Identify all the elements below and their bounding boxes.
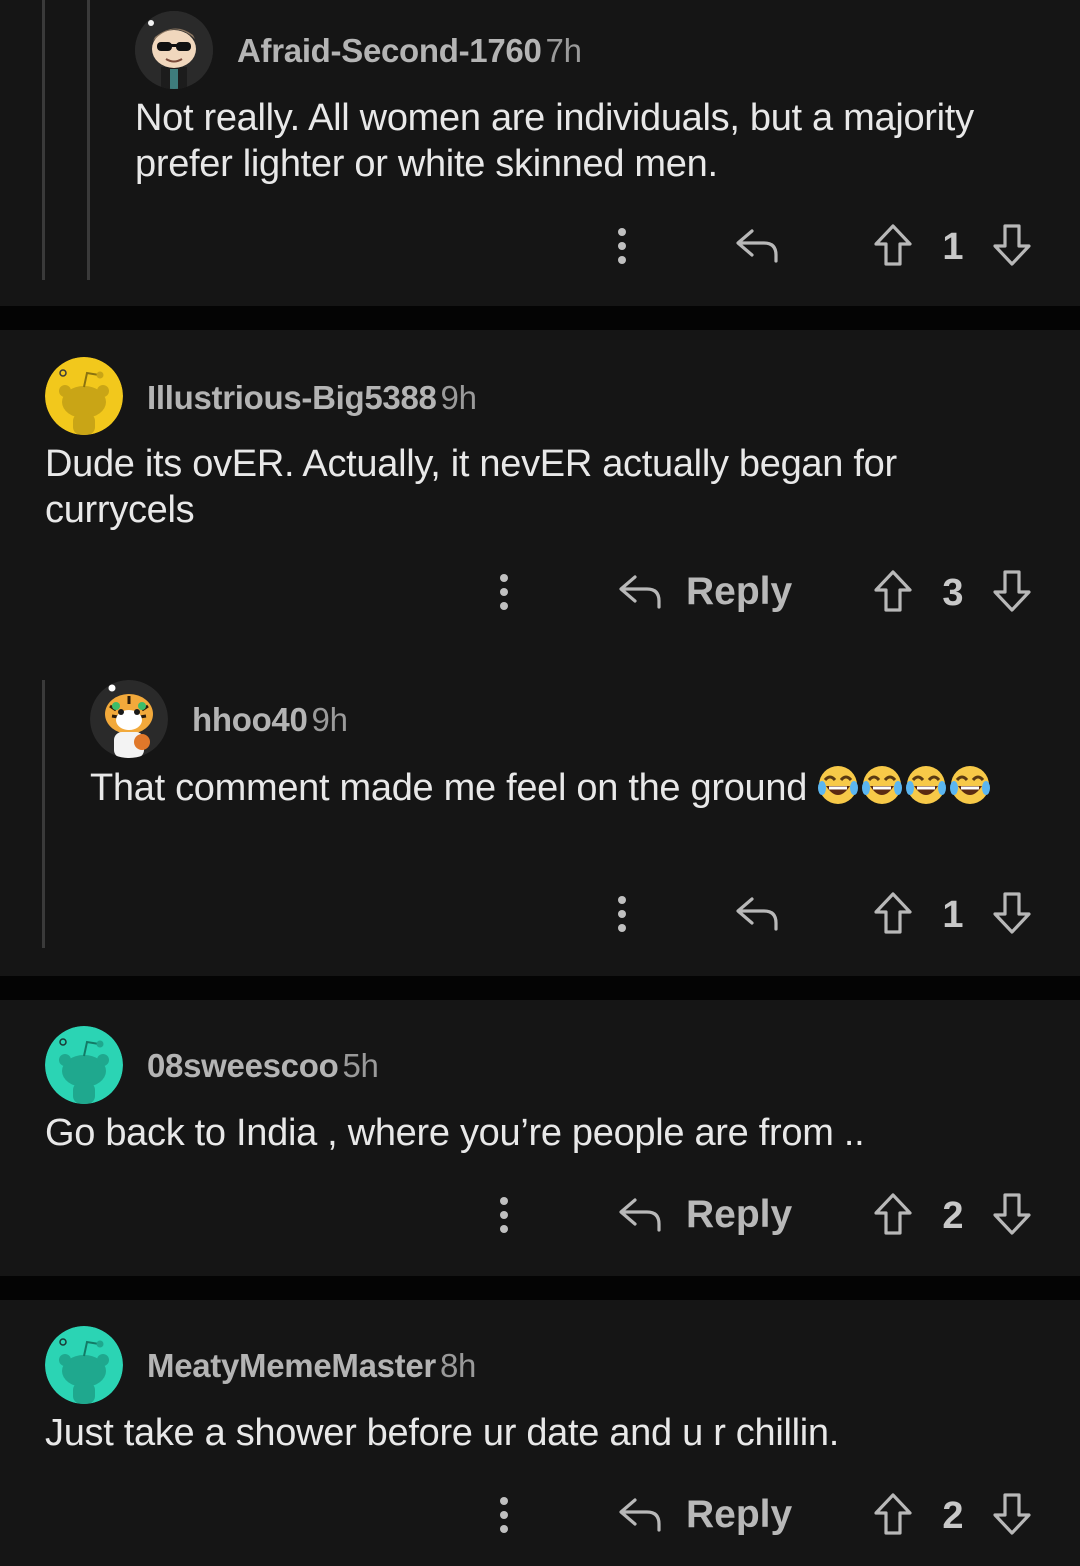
- sunglasses-avatar-icon[interactable]: [135, 11, 213, 89]
- comment-age: 7h: [545, 32, 582, 69]
- comment-age: 8h: [439, 1347, 477, 1384]
- username[interactable]: 08sweescoo: [147, 1047, 339, 1084]
- comment-body: Just take a shower before ur date and u …: [45, 1412, 840, 1454]
- comment-meta: Afraid-Second-1760 7h: [237, 32, 582, 70]
- reply-arrow-icon[interactable]: [616, 1191, 664, 1237]
- upvote-arrow-icon[interactable]: [871, 890, 915, 936]
- reply-button[interactable]: Reply: [686, 570, 792, 614]
- thread-line[interactable]: [42, 680, 45, 948]
- downvote-arrow-icon[interactable]: [990, 1491, 1034, 1537]
- snoo-avatar-icon[interactable]: [45, 1026, 123, 1104]
- vote-count: 1: [942, 894, 964, 936]
- username[interactable]: Afraid-Second-1760: [237, 32, 542, 69]
- comment-meta: hhoo40 9h: [192, 701, 348, 739]
- reply-arrow-icon[interactable]: [616, 1491, 664, 1537]
- vote-count: 2: [942, 1195, 964, 1237]
- comment-body: Not really. All women are individuals, b…: [135, 97, 974, 185]
- vote-count: 3: [942, 572, 964, 614]
- thread-line[interactable]: [42, 0, 45, 280]
- comment-meta: MeatyMemeMaster 8h: [147, 1347, 476, 1385]
- downvote-arrow-icon[interactable]: [990, 890, 1034, 936]
- reply-arrow-icon[interactable]: [733, 890, 781, 936]
- comment-separator: [0, 306, 1080, 330]
- comment-age: 5h: [342, 1047, 379, 1084]
- comment-meta: 08sweescoo 5h: [147, 1047, 379, 1085]
- username[interactable]: Illustrious-Big5388: [147, 379, 437, 416]
- username[interactable]: hhoo40: [192, 701, 308, 738]
- more-options-icon[interactable]: [606, 894, 638, 934]
- reply-button[interactable]: Reply: [686, 1193, 792, 1237]
- thread-line[interactable]: [87, 0, 90, 280]
- snoo-avatar-icon[interactable]: [45, 357, 123, 435]
- comment-text: That comment made me feel on the ground: [90, 767, 808, 809]
- upvote-arrow-icon[interactable]: [871, 1191, 915, 1237]
- comment-separator: [0, 1276, 1080, 1300]
- comment-body: Go back to India , where you’re people a…: [45, 1112, 865, 1154]
- vote-count: 2: [942, 1495, 964, 1537]
- comment-age: 9h: [440, 379, 477, 416]
- reply-arrow-icon[interactable]: [616, 568, 664, 614]
- comment-meta: Illustrious-Big5388 9h: [147, 379, 477, 417]
- downvote-arrow-icon[interactable]: [990, 568, 1034, 614]
- upvote-arrow-icon[interactable]: [871, 222, 915, 268]
- reply-button[interactable]: Reply: [686, 1493, 792, 1537]
- comment-body: Dude its ovER. Actually, it nevER actual…: [45, 443, 897, 531]
- tears-of-joy-emoji-icon: [949, 764, 991, 806]
- more-options-icon[interactable]: [606, 226, 638, 266]
- comment-body: That comment made me feel on the ground: [90, 764, 1035, 811]
- more-options-icon[interactable]: [488, 1195, 520, 1235]
- tears-of-joy-emoji-icon: [817, 764, 859, 806]
- username[interactable]: MeatyMemeMaster: [147, 1347, 436, 1384]
- snoo-avatar-icon[interactable]: [45, 1326, 123, 1404]
- tears-of-joy-emoji-icon: [905, 764, 947, 806]
- downvote-arrow-icon[interactable]: [990, 1191, 1034, 1237]
- comment-age: 9h: [311, 701, 348, 738]
- tiger-avatar-icon[interactable]: [90, 680, 168, 758]
- vote-count: 1: [942, 226, 964, 268]
- upvote-arrow-icon[interactable]: [871, 568, 915, 614]
- upvote-arrow-icon[interactable]: [871, 1491, 915, 1537]
- tears-of-joy-emoji-icon: [861, 764, 903, 806]
- comment-separator: [0, 976, 1080, 1000]
- reply-arrow-icon[interactable]: [733, 222, 781, 268]
- more-options-icon[interactable]: [488, 1495, 520, 1535]
- more-options-icon[interactable]: [488, 572, 520, 612]
- downvote-arrow-icon[interactable]: [990, 222, 1034, 268]
- comment-block: [0, 330, 1080, 976]
